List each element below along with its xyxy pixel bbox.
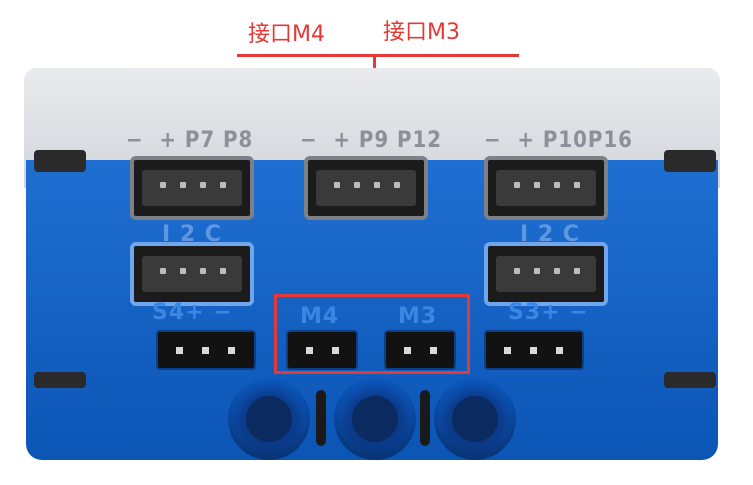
connector-p7-p8 <box>130 156 254 220</box>
callout-highlight-box <box>274 294 470 374</box>
connector-p10-p16 <box>484 156 608 220</box>
hole-divider-right <box>420 390 430 446</box>
side-slot-right <box>664 150 716 172</box>
side-slot-right-lower <box>664 372 716 388</box>
side-slot-left <box>34 150 86 172</box>
port3-label: − + P10P16 <box>484 128 633 153</box>
callout-m3-label: 接口M3 <box>383 20 460 45</box>
connector-i2c-right <box>484 242 608 306</box>
connector-s3 <box>484 330 584 370</box>
port2-label: − + P9 P12 <box>300 128 443 153</box>
mount-hole-left <box>228 378 310 460</box>
callout-horizontal-line <box>237 54 519 57</box>
connector-i2c-left <box>130 242 254 306</box>
port1-label: − + P7 P8 <box>126 128 254 153</box>
connector-s4 <box>156 330 256 370</box>
servo-label-s4: S4+ − <box>152 300 233 325</box>
mount-hole-right <box>434 378 516 460</box>
hole-divider-left <box>316 390 326 446</box>
callout-m4-label: 接口M4 <box>248 22 325 47</box>
servo-label-s3: S3+ − <box>508 300 589 325</box>
mount-hole-center <box>334 378 416 460</box>
connector-p9-p12 <box>304 156 428 220</box>
side-slot-left-lower <box>34 372 86 388</box>
